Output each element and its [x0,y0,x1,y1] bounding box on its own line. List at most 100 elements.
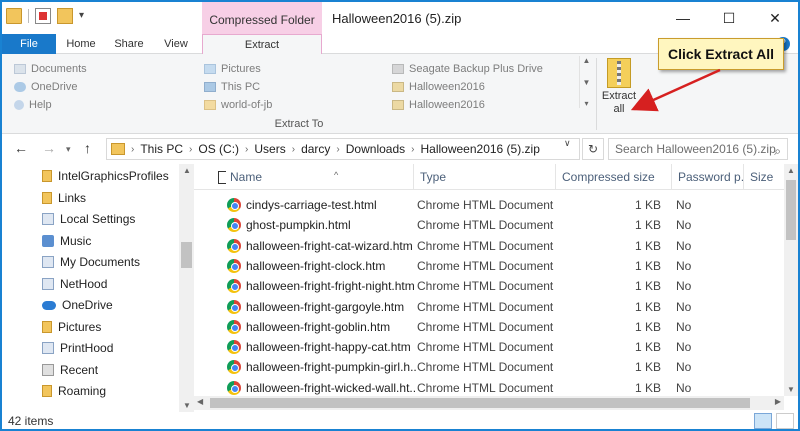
destination-onedrive[interactable]: OneDrive [14,78,87,96]
nav-item-onedrive[interactable]: OneDrive [42,295,113,315]
tab-home[interactable]: Home [58,34,104,54]
breadcrumb-separator[interactable]: › [292,144,295,155]
column-password-protected[interactable]: Password p... [672,164,744,190]
destination-world-of-jb[interactable]: world-of-jb [204,96,272,114]
nav-item-recent[interactable]: Recent [42,360,98,380]
select-all-column[interactable] [204,164,226,190]
table-row[interactable]: halloween-fright-gargoyle.htm Chrome HTML… [194,297,784,317]
breadcrumb-separator[interactable]: › [245,144,248,155]
recent-locations-icon[interactable]: ▾ [66,144,71,155]
scrollbar-thumb[interactable] [786,180,796,240]
maximize-button[interactable]: ☐ [706,2,752,34]
table-row[interactable]: ghost-pumpkin.html Chrome HTML Document 1 … [194,215,784,235]
file-compressed-size: 1 KB [634,380,661,395]
chevron-right-icon[interactable]: ▶ [775,397,781,406]
large-icons-view-icon[interactable] [776,413,794,429]
nav-item-intelgraphicsprofiles[interactable]: IntelGraphicsProfiles [42,166,169,186]
column-compressed-size[interactable]: Compressed size [556,164,672,190]
nav-item-local-settings[interactable]: Local Settings [42,209,135,229]
nav-item-my-documents[interactable]: My Documents [42,252,140,272]
file-list-vertical-scrollbar[interactable]: ▲ ▼ [784,164,798,396]
file-compressed-size: 1 KB [634,360,661,375]
table-row[interactable]: halloween-fright-clock.htm Chrome HTML Do… [194,256,784,276]
destinations-scroller[interactable]: ▲ ▼ ▾ [579,56,593,108]
scrollbar-thumb[interactable] [210,398,750,408]
file-password-protected: No [676,340,692,355]
destination-halloween2016-b[interactable]: Halloween2016 [392,96,543,114]
chevron-up-icon[interactable]: ▲ [183,166,191,175]
breadcrumb-separator[interactable]: › [189,144,192,155]
table-row[interactable]: halloween-fright-goblin.htm Chrome HTML D… [194,317,784,337]
table-row[interactable]: halloween-fright-fright-night.htm Chrome … [194,276,784,296]
back-arrow-icon[interactable]: ← [14,140,28,156]
up-arrow-icon[interactable]: ↑ [84,140,91,156]
table-row[interactable]: halloween-fright-cat-wizard.htm Chrome HT… [194,236,784,256]
nav-item-music[interactable]: Music [42,231,91,251]
file-name: halloween-fright-pumpkin-girl.h... [246,360,416,375]
minimize-button[interactable]: — [660,2,706,34]
details-view-icon[interactable] [754,413,772,429]
destination-help[interactable]: Help [14,96,87,114]
zip-folder-icon [392,100,404,110]
destination-pictures[interactable]: Pictures [204,60,272,78]
chevron-down-icon[interactable]: ▼ [583,78,591,87]
table-row[interactable]: halloween-fright-happy-cat.htm Chrome HTM… [194,337,784,357]
file-list-horizontal-scrollbar[interactable]: ◀ ▶ [194,396,784,410]
breadcrumb-darcy[interactable]: darcy [301,142,330,156]
column-name[interactable]: ^ Name [224,164,414,190]
breadcrumb-users[interactable]: Users [254,142,285,156]
properties-icon[interactable] [35,8,51,24]
extract-all-label-line2: all [613,103,625,115]
table-row[interactable]: halloween-fright-wicked-wall.ht... Chrome… [194,378,784,398]
file-list: ^ Name Type Compressed size Password p...… [194,164,798,412]
breadcrumb-separator[interactable]: › [336,144,339,155]
file-name: halloween-fright-cat-wizard.htm [246,238,413,253]
breadcrumb-zip[interactable]: Halloween2016 (5).zip [420,142,539,156]
destination-halloween2016-a[interactable]: Halloween2016 [392,78,543,96]
breadcrumb-downloads[interactable]: Downloads [346,142,405,156]
nav-pane-scrollbar[interactable]: ▲ ▼ [179,164,194,412]
search-input[interactable]: Search Halloween2016 (5).zip ⌕ [608,138,788,160]
scrollbar-thumb[interactable] [181,242,192,268]
chevron-left-icon[interactable]: ◀ [197,397,203,406]
tab-view[interactable]: View [154,34,198,54]
destination-label: Halloween2016 [409,99,485,111]
pictures-folder-icon [42,321,52,333]
address-bar[interactable]: › This PC › OS (C:) › Users › darcy › Do… [106,138,580,160]
refresh-button[interactable]: ↻ [582,138,604,160]
destination-seagate[interactable]: Seagate Backup Plus Drive [392,60,543,78]
extract-all-button[interactable]: Extract all [600,58,638,128]
nav-item-links[interactable]: Links [42,188,86,208]
nav-item-roaming[interactable]: Roaming [42,381,106,401]
close-button[interactable]: ✕ [752,2,798,34]
table-row[interactable]: cindys-carriage-test.html Chrome HTML Doc… [194,195,784,215]
chevron-up-icon[interactable]: ▲ [787,166,795,175]
search-placeholder: Search Halloween2016 (5).zip [615,142,776,156]
chevron-up-icon[interactable]: ▲ [583,56,591,65]
file-name: halloween-fright-clock.htm [246,258,386,273]
table-row[interactable]: halloween-fright-pumpkin-girl.h... Chrome… [194,357,784,377]
nav-item-nethood[interactable]: NetHood [42,274,107,294]
tab-share[interactable]: Share [106,34,152,54]
breadcrumb-this-pc[interactable]: This PC [140,142,183,156]
chevron-down-icon[interactable]: ▼ [787,385,795,394]
breadcrumb-separator[interactable]: › [131,144,134,155]
breadcrumb-separator[interactable]: › [411,144,414,155]
more-icon[interactable]: ▾ [584,99,588,108]
new-folder-icon[interactable] [57,8,73,24]
nav-item-pictures[interactable]: Pictures [42,317,101,337]
tab-extract[interactable]: Extract [202,34,322,55]
customize-toolbar-icon[interactable]: ▾ [79,8,87,24]
address-history-icon[interactable]: ∨ [564,138,571,149]
folder-icon[interactable] [6,8,22,24]
destination-this-pc[interactable]: This PC [204,78,272,96]
nav-item-label: Music [60,234,92,248]
column-type[interactable]: Type [414,164,556,190]
column-size[interactable]: Size [744,164,784,190]
chevron-down-icon[interactable]: ▼ [183,401,191,410]
breadcrumb-os-c[interactable]: OS (C:) [198,142,239,156]
tab-file[interactable]: File [2,34,56,54]
nav-item-printhood[interactable]: PrintHood [42,338,113,358]
forward-arrow-icon[interactable]: → [42,140,56,156]
destination-documents[interactable]: Documents [14,60,87,78]
